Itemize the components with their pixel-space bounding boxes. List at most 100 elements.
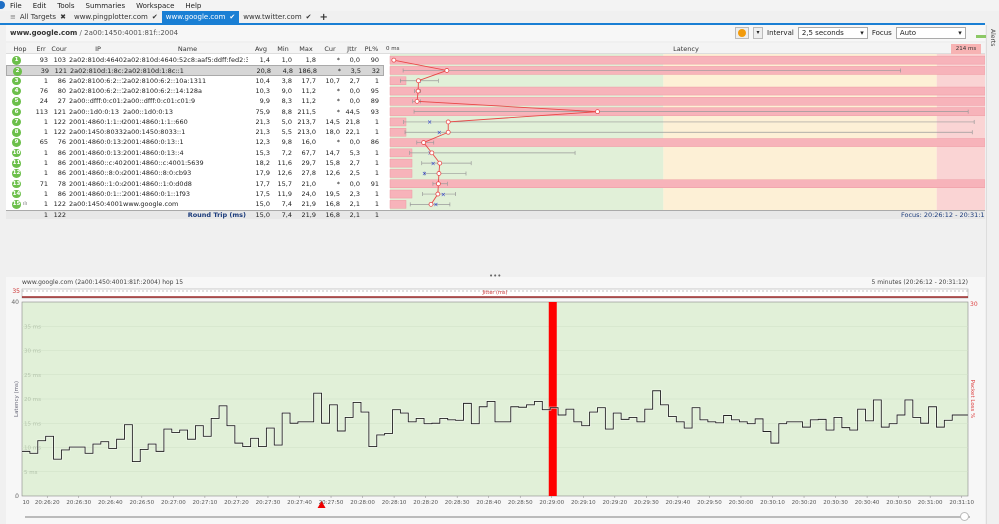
- cell-pl: 91: [370, 179, 379, 188]
- x-tick-label: 20:26:30: [66, 500, 91, 506]
- pause-button[interactable]: [735, 27, 749, 39]
- table-row[interactable]: 3 1 862a02:8100:6:2::10.2a02:8100:6:2::10a…: [6, 76, 384, 86]
- cell-jttr: 0,0: [349, 56, 360, 64]
- alerts-panel-tab[interactable]: Alerts: [986, 25, 999, 524]
- cell-min: 15,7: [277, 179, 292, 188]
- table-row[interactable]: 15ılı 1 1222a00:1450:4001:8www.google.com 1…: [6, 199, 384, 209]
- focus-select[interactable]: Auto ▾: [895, 27, 966, 39]
- cell-avg: 10,4: [255, 76, 270, 85]
- avg-latency-point[interactable]: [435, 191, 441, 197]
- table-row[interactable]: 5 24 272a00::dfff:0:c01:c02a00::dfff:0:c01…: [6, 96, 384, 106]
- close-icon[interactable]: ✖: [60, 13, 66, 21]
- table-row[interactable]: 101862001:4860:0:13::42001:4860:0:13::41…: [6, 148, 384, 158]
- hop-number-badge: 2: [13, 67, 22, 76]
- cell-max: 17,7: [301, 76, 316, 85]
- summary-label: Round Trip (ms): [187, 211, 246, 219]
- packet-loss-bar[interactable]: [548, 302, 557, 496]
- cell-cur: 14,7: [325, 148, 340, 157]
- menu-help[interactable]: Help: [185, 2, 201, 10]
- check-icon[interactable]: ✔: [152, 13, 158, 21]
- timeline-scrollbar[interactable]: [25, 516, 970, 518]
- table-row[interactable]: 811222a00:1450:8033::12a00:1450:8033::12…: [6, 127, 384, 137]
- column-header-ip[interactable]: IP: [69, 44, 127, 54]
- avg-latency-point[interactable]: [415, 88, 421, 94]
- cell-cour: 122: [53, 128, 66, 137]
- cell-max: 67,7: [301, 148, 316, 157]
- cell-ip: 2001:4860:1:1::66: [69, 117, 123, 126]
- cell-ip: 2a00:1450:8033::1: [69, 128, 123, 137]
- table-row[interactable]: 14 1 86 2001:4860:0:1::1f 2001:4860:0:1::1f9…: [6, 189, 384, 199]
- column-header-plpct[interactable]: PL%: [360, 44, 383, 54]
- interval-select[interactable]: 2,5 seconds ▾: [797, 27, 868, 39]
- list-icon: ≡: [10, 13, 16, 21]
- target-tabs: ≡ All Targets ✖ www.pingplotter.com ✔ www.goo…: [6, 11, 332, 23]
- cell-pl: 1: [374, 76, 379, 85]
- focus-label: Focus: [871, 29, 892, 37]
- summary-pl: 1: [374, 211, 379, 219]
- menu-file[interactable]: File: [10, 2, 22, 10]
- y-tick-label: 40: [11, 299, 19, 306]
- avg-latency-point[interactable]: [416, 78, 421, 84]
- avg-latency-point[interactable]: [429, 150, 435, 156]
- tab-www-pingplotter-com[interactable]: www.pingplotter.com ✔: [70, 11, 162, 23]
- avg-latency-point[interactable]: [435, 181, 441, 187]
- avg-latency-point[interactable]: [445, 129, 451, 135]
- cell-avg: 17,5: [255, 189, 270, 198]
- cell-avg: 1,4: [259, 56, 270, 64]
- avg-latency-point[interactable]: [428, 201, 434, 207]
- menu-summaries[interactable]: Summaries: [86, 2, 126, 10]
- cell-jttr: 2,7: [349, 159, 360, 167]
- check-icon[interactable]: ✔: [306, 13, 312, 21]
- table-row[interactable]: 111862001:4860::c:40012001:4860::c:4001:…: [6, 158, 384, 168]
- menu-tools[interactable]: Tools: [57, 2, 74, 10]
- avg-latency-point[interactable]: [437, 160, 443, 166]
- column-header-cour[interactable]: Cour: [48, 44, 70, 54]
- menu-workspace[interactable]: Workspace: [136, 2, 174, 10]
- packet-loss-bar: [389, 148, 413, 158]
- gridline-label: 20 ms: [24, 397, 41, 403]
- summary-min: 7,4: [281, 211, 292, 219]
- check-icon[interactable]: ✔: [229, 13, 235, 21]
- cell-jttr: 2,3: [349, 189, 360, 198]
- avg-latency-point[interactable]: [445, 119, 451, 125]
- breadcrumb-target[interactable]: www.google.com: [10, 29, 77, 37]
- menu-edit[interactable]: Edit: [33, 2, 47, 10]
- alerts-label: Alerts: [989, 29, 996, 47]
- chart-icon[interactable]: ılı: [23, 199, 27, 209]
- tab-www-twitter-com[interactable]: www.twitter.com ✔: [239, 11, 315, 23]
- timeline-scroll-thumb[interactable]: [960, 512, 969, 521]
- table-row[interactable]: 12 1 862001:4860::8:0:cb2001:4860::8:0:cb9…: [6, 168, 384, 178]
- avg-latency-point[interactable]: [595, 109, 600, 115]
- cell-jttr: 5,3: [349, 148, 360, 157]
- table-row[interactable]: 1 93 1032a02:810d:4640:52a02:810d:4640:52c…: [6, 55, 384, 65]
- hop-number-badge: 1: [12, 56, 21, 65]
- pause-options-dropdown[interactable]: ▾: [753, 27, 763, 39]
- cell-err: 1: [43, 128, 48, 137]
- interval-value: 2,5 seconds: [801, 29, 844, 37]
- add-tab-button[interactable]: +: [316, 11, 332, 23]
- table-row[interactable]: 2 39 121 2a02:810d:1:8c::1 2a02:810d:1:8c::1…: [6, 65, 384, 76]
- cell-max: 11,2: [301, 97, 316, 106]
- tab-www-google-com[interactable]: www.google.com ✔: [161, 11, 240, 23]
- cell-avg: 15,3: [255, 148, 270, 157]
- cell-cur: 10,7: [325, 76, 340, 85]
- cell-ip: 2a02:810d:4640:5: [69, 56, 123, 64]
- avg-latency-point[interactable]: [421, 140, 427, 145]
- table-row[interactable]: 4 76 802a02:8100:6:2::14:2a02:8100:6:2::14…: [6, 86, 384, 96]
- cell-name: 2001:4860::c:4001:5639: [123, 159, 204, 167]
- table-row[interactable]: 13 71 782001:4860::1:0:d02001:4860::1:0:d0…: [6, 179, 384, 189]
- avg-latency-point[interactable]: [444, 68, 450, 73]
- round-trip-summary: 1 122 15,0 7,4 21,9 16,8 2,1 1 Round Trip (ms) Fo…: [6, 210, 985, 219]
- table-row[interactable]: 965762001:4860:0:13::12001:4860:0:13::11…: [6, 137, 384, 147]
- cell-max: 213,0: [297, 128, 316, 137]
- avg-latency-point[interactable]: [391, 57, 397, 63]
- packet-loss-bar: [389, 55, 985, 65]
- cell-cour: 80: [57, 86, 66, 95]
- table-row[interactable]: 7 1 1222001:4860:1:1::662001:4860:1:1::660…: [6, 117, 384, 127]
- table-row[interactable]: 6 113 121 2a00::1d0:0:13 2a00::1d0:0:13 75,9 8…: [6, 107, 384, 117]
- avg-latency-point[interactable]: [436, 171, 442, 176]
- tab-all-targets[interactable]: ≡ All Targets ✖: [6, 11, 70, 23]
- x-tick-label: 20:28:30: [445, 500, 470, 506]
- column-header-name[interactable]: Name: [123, 44, 252, 54]
- avg-latency-point[interactable]: [414, 98, 420, 104]
